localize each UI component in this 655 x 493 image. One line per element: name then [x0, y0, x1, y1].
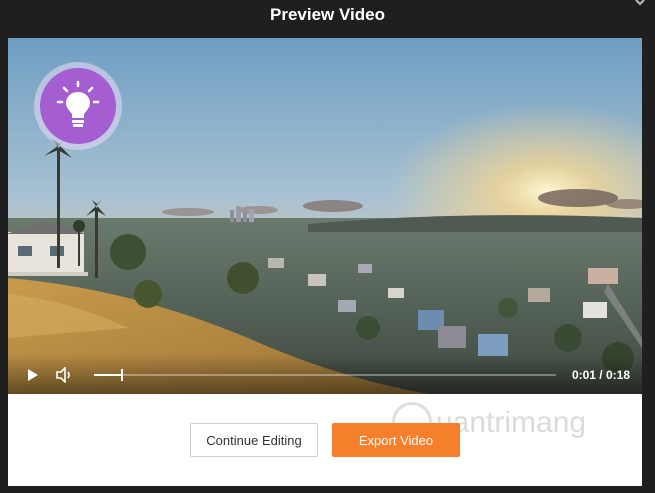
seek-bar[interactable] — [94, 369, 556, 381]
player-controls: 0:01 / 0:18 — [8, 354, 642, 394]
export-video-button[interactable]: Export Video — [332, 423, 460, 457]
volume-icon[interactable] — [56, 367, 74, 383]
lightbulb-icon — [56, 80, 100, 127]
seek-progress — [94, 374, 122, 376]
watermark-badge — [34, 62, 122, 150]
seek-handle[interactable] — [120, 369, 123, 381]
video-player[interactable]: 0:01 / 0:18 — [8, 38, 642, 394]
play-icon[interactable] — [26, 368, 40, 382]
modal-title: Preview Video — [270, 5, 385, 24]
continue-editing-button[interactable]: Continue Editing — [190, 423, 318, 457]
modal-body: 0:01 / 0:18 uantrimang Continue Editing … — [8, 38, 642, 486]
preview-video-modal: Preview Video 0:01 / 0:18 uantrimang Con… — [0, 0, 655, 493]
time-display: 0:01 / 0:18 — [571, 368, 630, 382]
close-icon[interactable] — [633, 0, 647, 10]
